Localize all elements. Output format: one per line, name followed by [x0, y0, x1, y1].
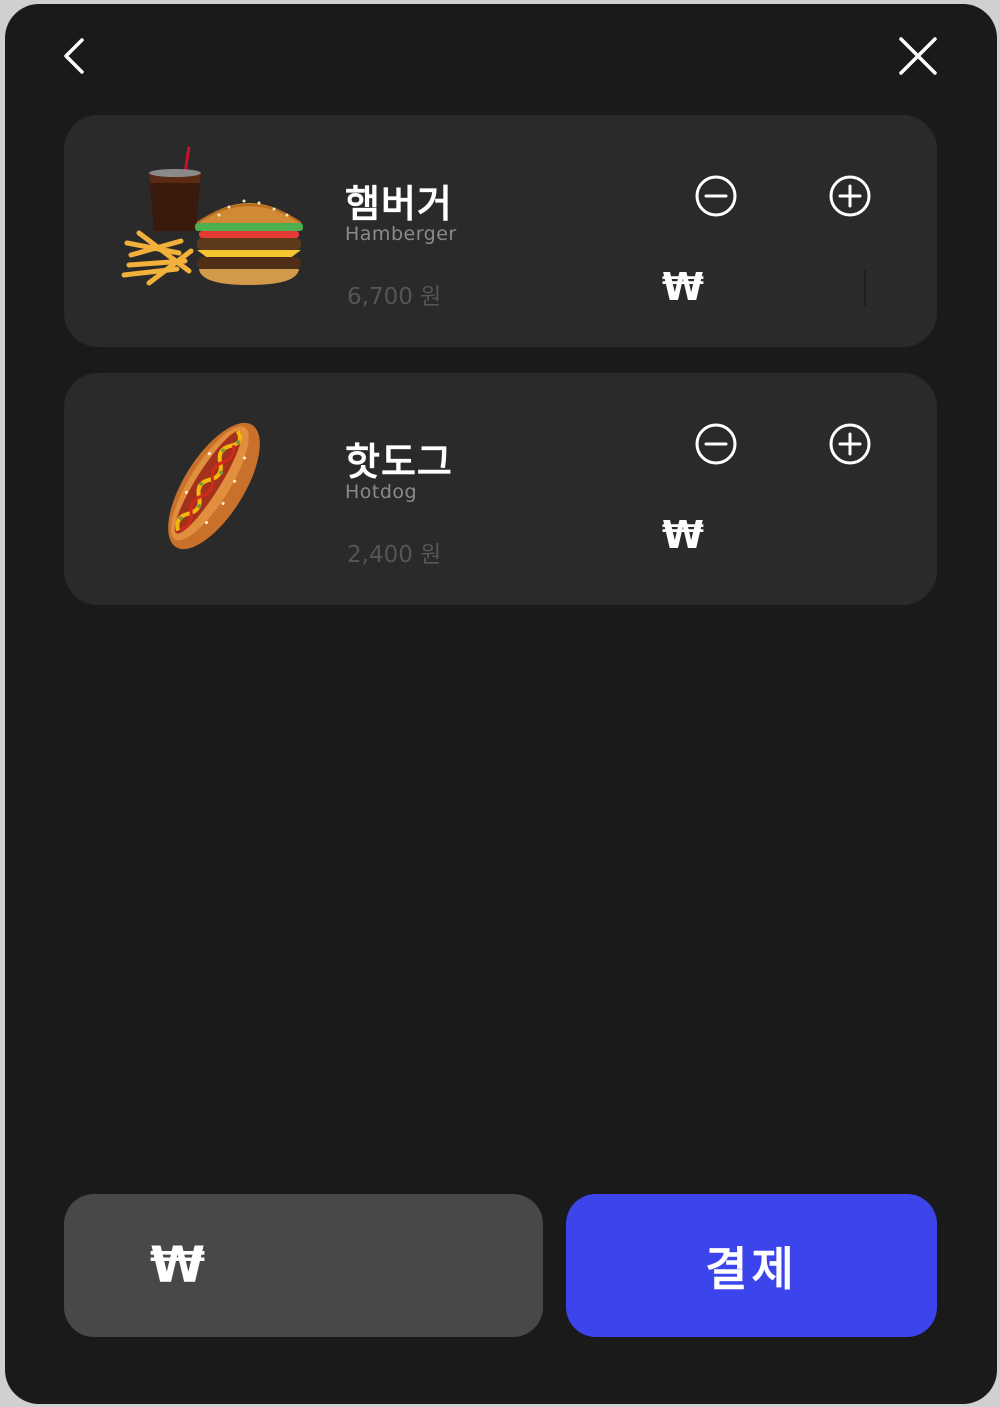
burger-set-image — [121, 146, 303, 286]
total-currency: ₩ — [150, 1236, 206, 1294]
increase-quantity-button[interactable] — [828, 422, 872, 466]
item-price: 2,400 원 — [347, 542, 442, 568]
order-screen: 햄버거 Hamberger 6,700 원 ₩ 핫도그 Hotdog 2,400… — [5, 4, 997, 1404]
divider — [864, 270, 866, 306]
pay-button[interactable]: 결제 — [566, 1194, 937, 1337]
total-amount-box: ₩ — [64, 1194, 543, 1337]
cart-item-hotdog: 핫도그 Hotdog 2,400 원 ₩ — [64, 373, 937, 605]
increase-quantity-button[interactable] — [828, 174, 872, 218]
item-name-english: Hotdog — [345, 481, 418, 503]
back-button[interactable] — [46, 26, 106, 86]
item-name-english: Hamberger — [345, 223, 457, 245]
item-subtotal-currency: ₩ — [662, 513, 704, 557]
item-subtotal-currency: ₩ — [662, 265, 704, 309]
decrease-quantity-button[interactable] — [694, 422, 738, 466]
hotdog-image — [168, 422, 260, 550]
item-name: 핫도그 — [345, 440, 453, 484]
item-name: 햄버거 — [345, 182, 453, 226]
chevron-left-icon — [64, 38, 84, 74]
cart-item-hamburger: 햄버거 Hamberger 6,700 원 ₩ — [64, 115, 937, 347]
close-icon — [899, 37, 937, 75]
close-button[interactable] — [888, 26, 948, 86]
item-price: 6,700 원 — [347, 284, 442, 310]
decrease-quantity-button[interactable] — [694, 174, 738, 218]
